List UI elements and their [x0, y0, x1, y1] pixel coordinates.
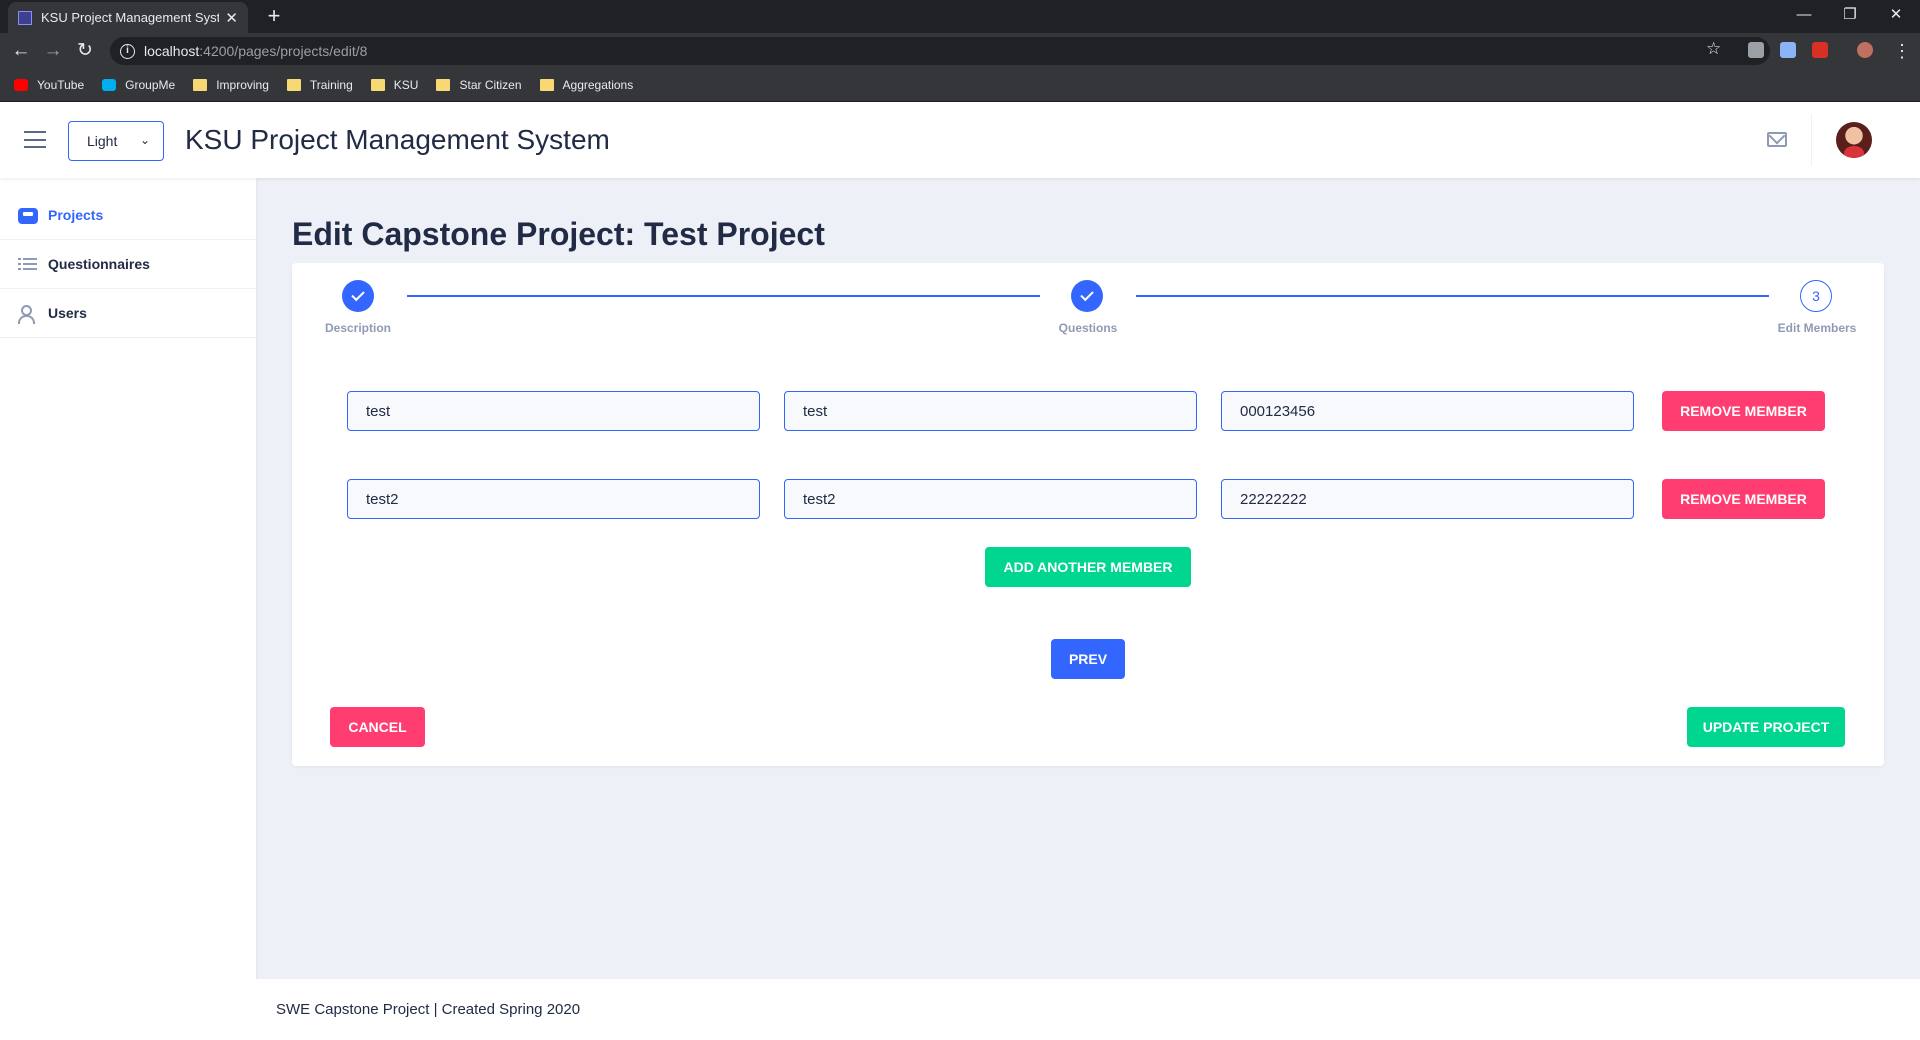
bookmarks-bar: YouTube GroupMe Improving Training KSU S… — [0, 69, 1920, 102]
extension-icon[interactable] — [1748, 42, 1764, 58]
sidebar-item-label: Projects — [48, 207, 104, 223]
youtube-icon — [14, 79, 28, 91]
step-connector — [1136, 295, 1769, 297]
pdf-extension-icon[interactable] — [1812, 42, 1828, 58]
folder-icon — [286, 79, 301, 91]
footer: SWE Capstone Project | Created Spring 20… — [256, 979, 1920, 1040]
footer-text: SWE Capstone Project | Created Spring 20… — [276, 1001, 581, 1018]
theme-select[interactable]: Light ⌄ — [68, 121, 164, 161]
bookmark-star-citizen[interactable]: Star Citizen — [436, 78, 522, 92]
theme-select-value: Light — [87, 133, 118, 149]
inbox-icon — [18, 208, 38, 224]
remove-member-button[interactable]: Remove Member — [1662, 479, 1825, 519]
member-id-input[interactable] — [1221, 479, 1634, 519]
bookmark-improving[interactable]: Improving — [193, 78, 269, 92]
folder-icon — [539, 79, 554, 91]
url-path: :4200/pages/projects/edit/8 — [199, 43, 368, 59]
back-icon[interactable]: ← — [7, 37, 35, 65]
step-connector — [407, 295, 1040, 297]
sidebar-item-label: Questionnaires — [48, 256, 150, 272]
close-tab-icon[interactable]: ✕ — [225, 9, 238, 27]
new-tab-button[interactable]: + — [260, 3, 288, 31]
people-icon — [18, 304, 38, 324]
url-host: localhost — [144, 43, 200, 59]
browser-toolbar: ← → ↻ i localhost:4200/pages/projects/ed… — [0, 33, 1920, 69]
header-divider — [1811, 114, 1812, 166]
remove-member-button[interactable]: Remove Member — [1662, 391, 1825, 431]
profile-avatar-icon[interactable] — [1857, 42, 1873, 58]
add-member-button[interactable]: Add Another Member — [985, 547, 1191, 587]
site-info-icon[interactable]: i — [120, 43, 135, 59]
member-id-input[interactable] — [1221, 391, 1634, 431]
folder-icon — [193, 79, 208, 91]
member-last-name-input[interactable] — [784, 479, 1197, 519]
close-window-icon[interactable]: ✕ — [1873, 0, 1919, 30]
member-first-name-input[interactable] — [347, 391, 760, 431]
sidebar-item-label: Users — [48, 305, 87, 321]
step-label-questions: Questions — [1058, 321, 1118, 335]
browser-tab-title: KSU Project Management System — [41, 10, 220, 25]
step-label-edit-members: Edit Members — [1777, 321, 1857, 335]
restore-icon[interactable]: ❐ — [1827, 0, 1873, 30]
mail-icon[interactable] — [1767, 132, 1787, 147]
app-header: Light ⌄ KSU Project Management System — [0, 102, 1920, 178]
list-icon — [18, 255, 38, 273]
sidebar-item-projects[interactable]: Projects — [0, 191, 256, 240]
step-description-check-icon[interactable] — [342, 280, 374, 312]
bookmark-star-icon[interactable]: ☆ — [1706, 39, 1721, 59]
browser-menu-icon[interactable]: ⋮ — [1893, 37, 1911, 65]
bookmark-training[interactable]: Training — [286, 78, 353, 92]
browser-tabbar: KSU Project Management System ✕ + — ❐ ✕ — [0, 0, 1920, 33]
sidebar: Projects Questionnaires Users — [0, 178, 256, 1040]
app-favicon-icon — [18, 10, 32, 25]
chevron-down-icon: ⌄ — [139, 133, 150, 147]
step-label-description: Description — [324, 321, 392, 335]
page-title: Edit Capstone Project: Test Project — [292, 216, 825, 252]
update-project-button[interactable]: Update Project — [1687, 707, 1845, 747]
step-edit-members-number[interactable]: 3 — [1800, 280, 1832, 312]
menu-toggle-icon[interactable] — [24, 131, 46, 148]
folder-icon — [436, 79, 451, 91]
bookmark-groupme[interactable]: GroupMe — [102, 78, 175, 92]
extension-icon[interactable] — [1780, 42, 1796, 58]
sidebar-item-users[interactable]: Users — [0, 289, 256, 338]
avatar[interactable] — [1836, 122, 1872, 158]
browser-tab[interactable]: KSU Project Management System ✕ — [8, 2, 248, 33]
member-last-name-input[interactable] — [784, 391, 1197, 431]
groupme-icon — [102, 79, 117, 91]
reload-icon[interactable]: ↻ — [71, 37, 99, 65]
address-bar[interactable]: i localhost:4200/pages/projects/edit/8 — [110, 37, 1770, 65]
forward-icon[interactable]: → — [39, 37, 67, 65]
step-questions-check-icon[interactable] — [1071, 280, 1103, 312]
sidebar-item-questionnaires[interactable]: Questionnaires — [0, 240, 256, 289]
edit-project-card: 3 Description Questions Edit Members Rem… — [292, 263, 1884, 766]
minimize-icon[interactable]: — — [1781, 0, 1827, 30]
bookmark-ksu[interactable]: KSU — [370, 78, 418, 92]
member-first-name-input[interactable] — [347, 479, 760, 519]
cancel-button[interactable]: Cancel — [330, 707, 425, 747]
bookmark-youtube[interactable]: YouTube — [14, 78, 84, 92]
folder-icon — [370, 79, 385, 91]
bookmark-aggregations[interactable]: Aggregations — [539, 78, 633, 92]
prev-button[interactable]: Prev — [1051, 639, 1125, 679]
app-title: KSU Project Management System — [185, 124, 610, 155]
